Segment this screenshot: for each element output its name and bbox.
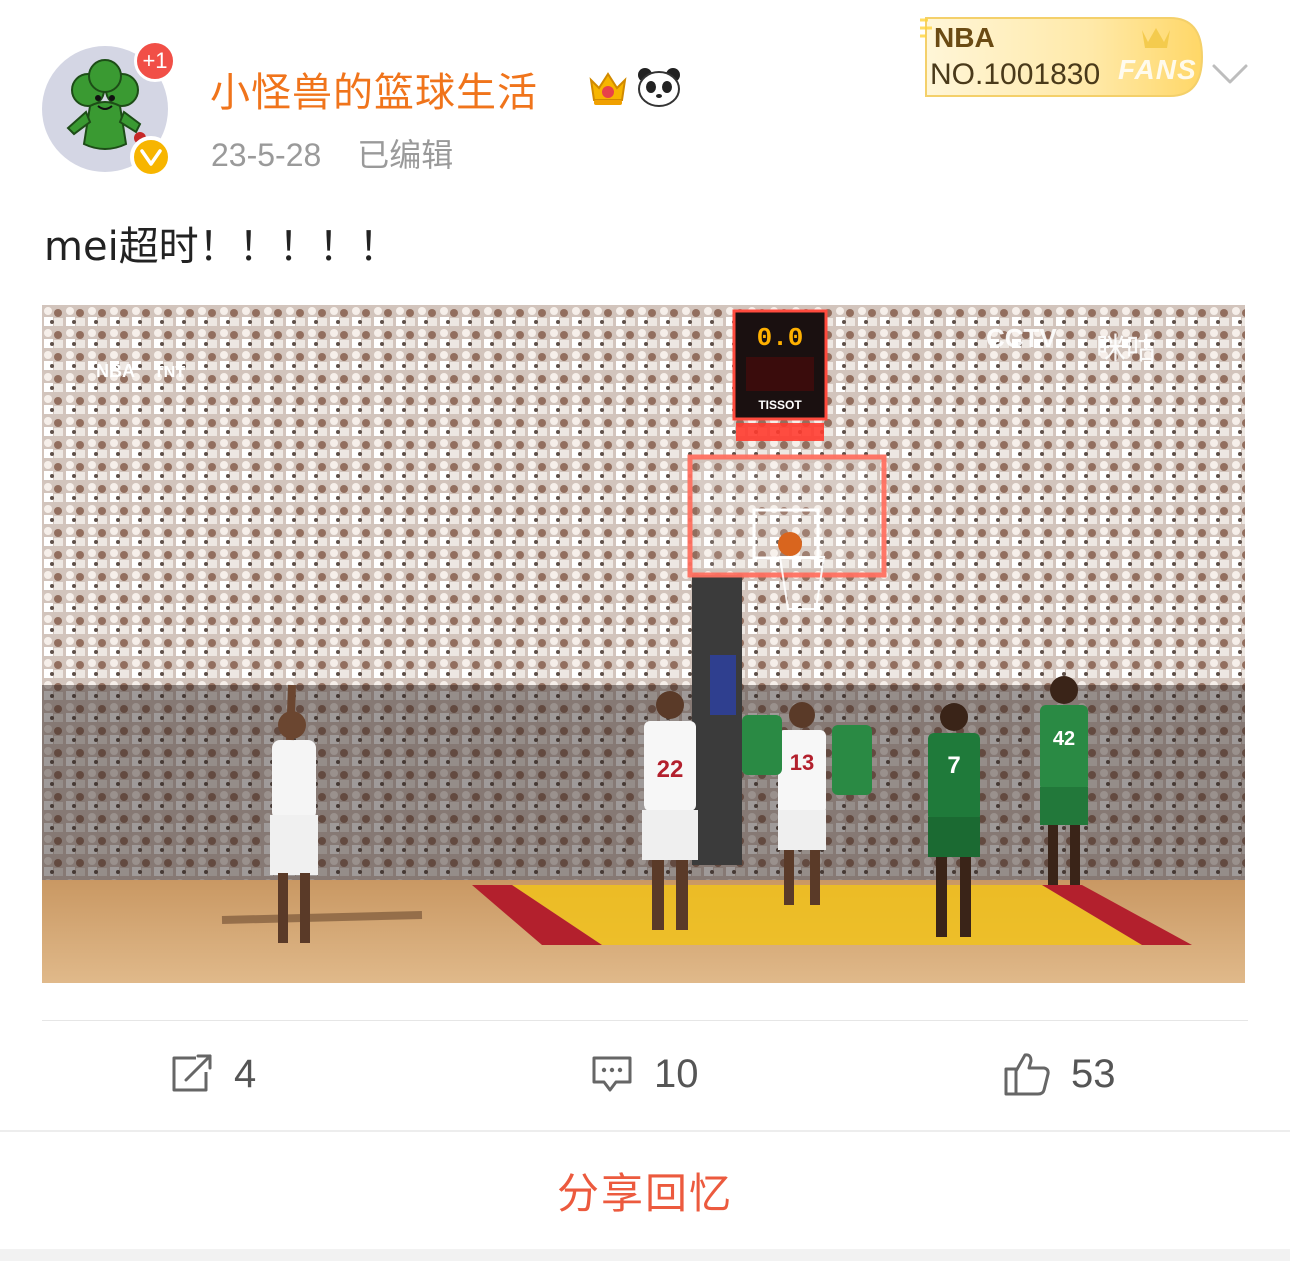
nba-watermark: NBA: [96, 361, 135, 381]
comment-icon: [590, 1054, 634, 1094]
jersey-42: 42: [1053, 728, 1075, 750]
cctv-watermark: CCTV: [986, 323, 1057, 353]
comment-count: 10: [654, 1051, 699, 1096]
bottom-band: [0, 1249, 1290, 1261]
thumbs-up-icon: [1003, 1051, 1051, 1097]
weibo-post: +1 小怪兽的篮球生活 23-5-28 已编辑 NBA NO.1001830 F…: [0, 0, 1290, 1130]
username[interactable]: 小怪兽的篮球生活: [210, 60, 538, 118]
post-text: mei超时！！！！！: [44, 224, 399, 270]
verified-icon: [130, 136, 172, 178]
shot-clock-value: 0.0: [757, 323, 804, 353]
crown-icon: [585, 66, 631, 108]
tnt-watermark: TNT: [154, 364, 185, 381]
jersey-7: 7: [947, 752, 960, 779]
migu-watermark: 咪咕: [1096, 332, 1156, 367]
fans-card-number: NO.1001830: [930, 58, 1101, 91]
repost-button[interactable]: 4: [170, 1046, 256, 1102]
tissot-logo: TISSOT: [758, 398, 802, 412]
divider: [42, 1020, 1248, 1021]
jersey-22: 22: [657, 756, 684, 783]
post-date: 23-5-28: [211, 137, 322, 173]
share-memory-button[interactable]: 分享回忆: [0, 1160, 1290, 1221]
section-separator: [0, 1130, 1290, 1132]
edited-label: 已编辑: [357, 137, 454, 173]
jersey-13: 13: [790, 750, 814, 775]
panda-icon: [636, 66, 682, 108]
like-count: 53: [1071, 1051, 1116, 1096]
notification-badge: +1: [134, 40, 176, 82]
like-button[interactable]: 53: [1003, 1046, 1116, 1102]
video-player[interactable]: 0.0 TISSOT NBA TNT CCTV 咪咕 22 13 7 42: [42, 305, 1245, 983]
chevron-down-icon[interactable]: [1210, 62, 1250, 86]
post-meta: 23-5-28 已编辑: [211, 130, 453, 176]
repost-icon: [170, 1054, 214, 1094]
comment-button[interactable]: 10: [590, 1046, 699, 1102]
fans-card-word: FANS: [1118, 54, 1197, 85]
fans-card-title: NBA: [934, 22, 995, 53]
repost-count: 4: [234, 1051, 257, 1096]
